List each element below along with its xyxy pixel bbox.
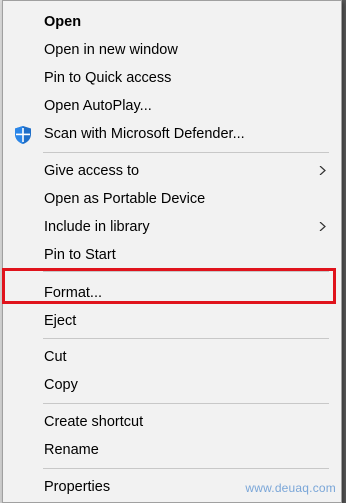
menu-item-label: Create shortcut [44, 414, 144, 430]
menu-item-label: Cut [44, 349, 67, 365]
menu-separator [43, 271, 329, 272]
menu-item-copy[interactable]: Copy [3, 371, 341, 399]
menu-item-label: Open [44, 14, 82, 30]
menu-separator [43, 468, 329, 469]
menu-item-label: Pin to Quick access [44, 70, 172, 86]
menu-item-open-autoplay[interactable]: Open AutoPlay... [3, 92, 341, 120]
menu-separator [43, 152, 329, 153]
menu-item-format[interactable]: Format... [3, 279, 341, 307]
menu-item-label: Include in library [44, 219, 150, 235]
menu-separator [43, 338, 329, 339]
watermark: www.deuaq.com [245, 481, 336, 495]
menu-item-include-library[interactable]: Include in library [3, 213, 341, 241]
menu-item-label: Open in new window [44, 42, 178, 58]
menu-item-rename[interactable]: Rename [3, 436, 341, 464]
menu-item-open-portable-device[interactable]: Open as Portable Device [3, 185, 341, 213]
menu-item-label: Scan with Microsoft Defender... [44, 126, 245, 142]
menu-item-pin-quick-access[interactable]: Pin to Quick access [3, 64, 341, 92]
menu-item-cut[interactable]: Cut [3, 343, 341, 371]
menu-item-label: Rename [44, 442, 99, 458]
menu-item-label: Properties [44, 479, 111, 495]
menu-item-create-shortcut[interactable]: Create shortcut [3, 408, 341, 436]
menu-item-give-access[interactable]: Give access to [3, 157, 341, 185]
menu-item-scan-defender[interactable]: Scan with Microsoft Defender... [3, 120, 341, 148]
context-menu: Open Open in new window Pin to Quick acc… [2, 0, 342, 503]
menu-item-label: Eject [44, 313, 77, 329]
chevron-right-icon [319, 222, 326, 231]
menu-item-open[interactable]: Open [3, 8, 341, 36]
menu-item-label: Give access to [44, 163, 140, 179]
chevron-right-icon [319, 166, 326, 175]
menu-item-label: Format... [44, 285, 103, 301]
menu-separator [43, 403, 329, 404]
menu-item-pin-start[interactable]: Pin to Start [3, 241, 341, 269]
shield-icon [15, 126, 31, 144]
menu-item-label: Open AutoPlay... [44, 98, 152, 114]
menu-item-label: Pin to Start [44, 247, 116, 263]
menu-item-open-new-window[interactable]: Open in new window [3, 36, 341, 64]
menu-item-label: Copy [44, 377, 78, 393]
menu-item-eject[interactable]: Eject [3, 307, 341, 335]
menu-item-label: Open as Portable Device [44, 191, 206, 207]
